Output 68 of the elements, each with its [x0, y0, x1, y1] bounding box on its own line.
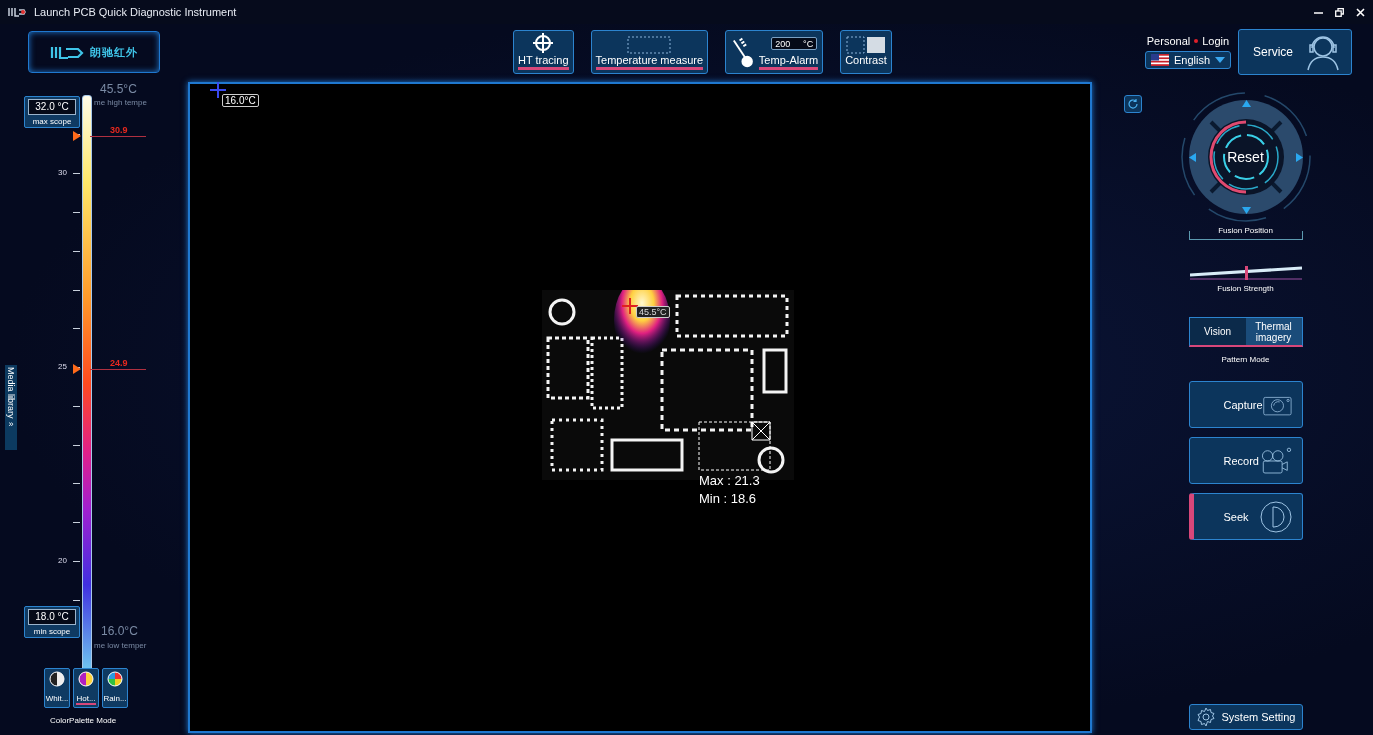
scale-tick-label: 30 [58, 168, 67, 177]
cursor-temperature: 16.0°C [222, 94, 259, 107]
hotspot-temperature: 45.5°C [636, 306, 670, 318]
palette-button[interactable]: Rain... [102, 668, 128, 708]
palette-button[interactable]: Whit... [44, 668, 70, 708]
left-arrow-icon[interactable] [1188, 153, 1196, 162]
action-button[interactable]: Record [1188, 437, 1303, 484]
min-scope-field[interactable]: 18.0 °C [28, 609, 76, 625]
contrast-squares-icon [845, 36, 886, 54]
slider-thumb[interactable] [1244, 266, 1248, 280]
fusion-strength-slider[interactable] [1189, 266, 1302, 280]
personal-link[interactable]: Personal [1146, 35, 1191, 47]
crosshair-cursor-icon [210, 82, 226, 98]
scale-tick-label: 20 [58, 556, 67, 565]
fusion-position-caption: Fusion Position [1218, 226, 1273, 235]
system-setting-button[interactable]: System Setting [1188, 704, 1303, 730]
alarm-threshold-field[interactable]: 200 °C [771, 37, 818, 50]
window-title: Launch PCB Quick Diagnostic Instrument [34, 6, 237, 18]
frame-low-temperature: 16.0°C [101, 624, 138, 638]
flag-icon [1150, 54, 1169, 66]
gear-icon [1195, 707, 1216, 727]
right-arrow-icon[interactable] [1295, 153, 1303, 162]
status-dot [1194, 39, 1199, 43]
restore-icon[interactable] [1335, 7, 1344, 17]
brand-name: 朗驰红外 [90, 44, 138, 60]
refresh-button[interactable] [1124, 95, 1142, 113]
action-button[interactable]: Capture [1188, 381, 1303, 428]
frame-low-label: me low temper [94, 641, 147, 650]
pattern-mode-caption: Pattern Mode [1221, 355, 1270, 364]
pattern-mode-option[interactable]: Vision [1189, 318, 1246, 345]
frame-high-label: me high tempe [94, 98, 147, 107]
toolbar-button[interactable]: Temperature measure [590, 30, 709, 74]
action-button[interactable]: Seek [1188, 493, 1303, 540]
temp-alarm-button[interactable]: Temp-Alarm 200 °C [725, 30, 824, 74]
language-dropdown[interactable]: English [1144, 51, 1231, 69]
fusion-strength-caption: Fusion Strength [1217, 284, 1274, 293]
max-scope-field[interactable]: 32.0 °C [28, 99, 76, 115]
pattern-mode-option[interactable]: Thermal imagery [1245, 318, 1302, 345]
crosshair-icon [532, 32, 555, 54]
app-logo-icon [8, 7, 26, 17]
dashed-rectangle-icon [627, 36, 672, 54]
marker-arrow-icon[interactable] [73, 131, 81, 141]
down-arrow-icon[interactable] [1241, 207, 1251, 214]
marker-temperature: 30.9 [110, 125, 128, 135]
half-circle-icon [1259, 500, 1292, 533]
palette-swatch-icon [78, 671, 94, 687]
area-max-reading: Max : 21.3 [699, 473, 760, 488]
scale-tick-label: 25 [58, 362, 67, 371]
brand-mark-icon [50, 44, 84, 60]
refresh-icon [1127, 98, 1139, 110]
max-scope-label: max scope [32, 116, 72, 128]
palette-mode-caption: ColorPalette Mode [50, 716, 117, 725]
login-link[interactable]: Login [1202, 35, 1230, 47]
min-scope-label: min scope [33, 626, 71, 638]
marker-temperature: 24.9 [110, 358, 128, 368]
palette-swatch-icon [49, 671, 65, 687]
frame-high-temperature: 45.5°C [100, 82, 137, 96]
service-button[interactable]: Service [1238, 29, 1352, 75]
palette-swatch-icon [107, 671, 123, 687]
marker-arrow-icon[interactable] [73, 364, 81, 374]
toolbar-button[interactable]: Contrast [840, 30, 892, 74]
up-arrow-icon[interactable] [1241, 100, 1251, 107]
caret-icon [1215, 57, 1225, 63]
area-min-reading: Min : 18.6 [699, 491, 757, 506]
media-library-tab[interactable]: Media library » [5, 365, 17, 450]
toolbar-button[interactable]: HT tracing [513, 30, 574, 74]
palette-button[interactable]: Hot... [73, 668, 99, 708]
close-icon[interactable] [1356, 7, 1365, 17]
